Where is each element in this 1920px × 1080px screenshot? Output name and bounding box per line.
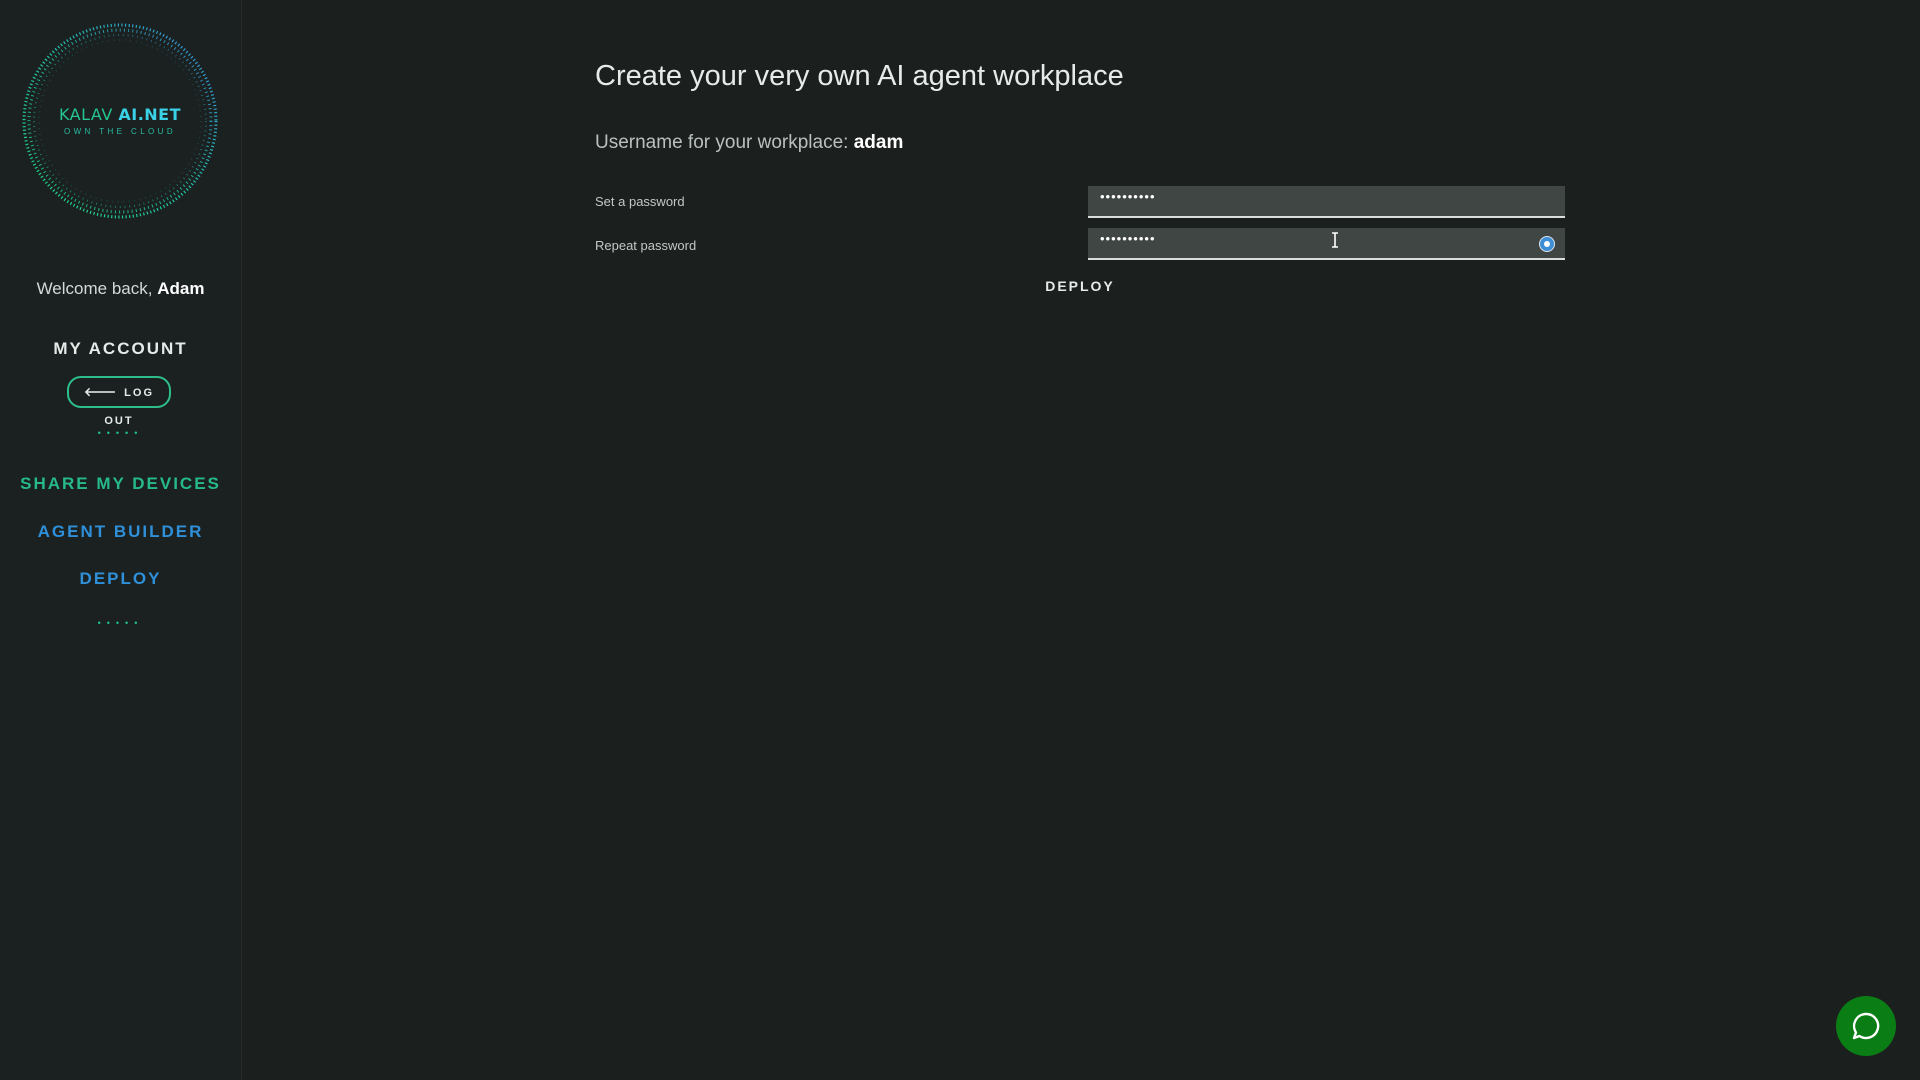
- username-prefix: Username for your workplace:: [595, 132, 849, 153]
- password-label: Set a password: [595, 194, 685, 209]
- sidebar-item-share-my-devices[interactable]: SHARE MY DEVICES: [0, 474, 241, 494]
- password-value: ••••••••••: [1100, 189, 1156, 204]
- chat-bubble-icon: [1852, 1012, 1880, 1040]
- logo-title-part2: AI.NET: [118, 105, 182, 124]
- sidebar-item-deploy[interactable]: DEPLOY: [0, 569, 241, 589]
- logo-title: KALAV AI.NET: [20, 105, 220, 125]
- logo-tagline: OWN THE CLOUD: [63, 127, 177, 136]
- text-cursor-icon: [1332, 232, 1338, 248]
- logo-title-part1: KALAV: [58, 105, 113, 124]
- sidebar-item-agent-builder[interactable]: AGENT BUILDER: [0, 522, 241, 542]
- page-title: Create your very own AI agent workplace: [595, 60, 1124, 92]
- logout-button[interactable]: 🡐 LOG OUT: [67, 376, 171, 427]
- welcome-name: Adam: [157, 279, 205, 298]
- arrow-left-icon: 🡐: [83, 385, 119, 399]
- divider-dots-bottom: •••••: [97, 618, 144, 628]
- repeat-password-value: ••••••••••: [1100, 231, 1156, 246]
- brand-logo[interactable]: KALAV AI.NET OWN THE CLOUD: [20, 21, 220, 221]
- my-account-heading[interactable]: MY ACCOUNT: [0, 339, 241, 359]
- username-line: Username for your workplace: adam: [595, 132, 903, 154]
- username-value: adam: [853, 132, 904, 153]
- repeat-password-label: Repeat password: [595, 238, 697, 253]
- eye-toggle-icon[interactable]: [1539, 236, 1555, 252]
- welcome-prefix: Welcome back,: [36, 279, 153, 298]
- password-field[interactable]: ••••••••••: [1088, 186, 1565, 218]
- logo-text: KALAV AI.NET OWN THE CLOUD: [20, 105, 220, 136]
- divider-dots-top: •••••: [97, 428, 144, 438]
- chat-button[interactable]: [1836, 996, 1896, 1056]
- sidebar: KALAV AI.NET OWN THE CLOUD Welcome back,…: [0, 0, 242, 1080]
- deploy-button[interactable]: DEPLOY: [1045, 278, 1115, 294]
- repeat-password-field[interactable]: ••••••••••: [1088, 228, 1565, 260]
- welcome-message: Welcome back, Adam: [0, 279, 241, 299]
